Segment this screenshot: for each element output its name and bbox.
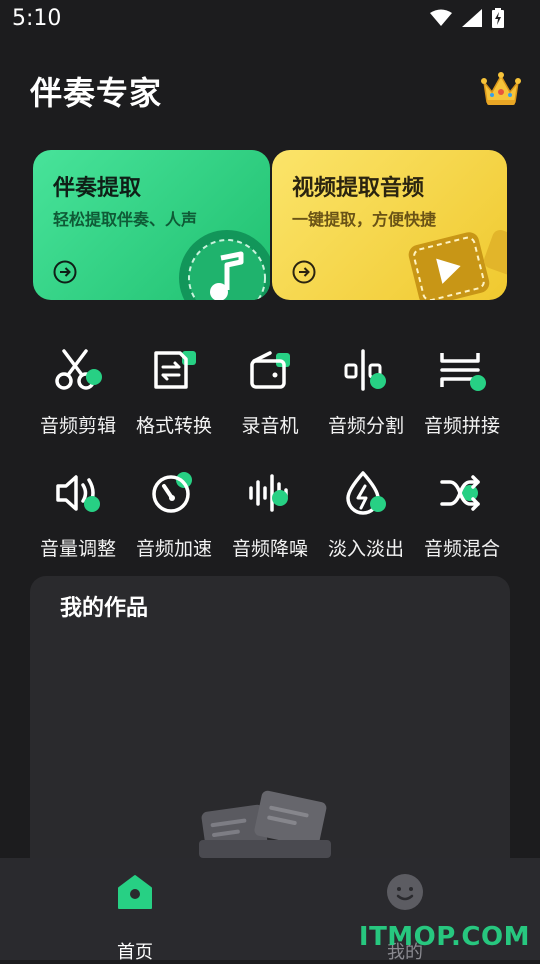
volume-icon xyxy=(56,475,100,512)
tool-audio-split[interactable]: 音频分割 xyxy=(318,345,414,445)
my-works-panel: 我的作品 xyxy=(30,576,510,876)
tool-label: 格式转换 xyxy=(135,415,212,437)
recorder-icon xyxy=(250,351,290,389)
tool-label: 淡入淡出 xyxy=(327,538,404,560)
nav-label: 首页 xyxy=(117,942,153,963)
tool-audio-mix[interactable]: 音频混合 xyxy=(414,468,510,568)
profile-icon xyxy=(387,874,423,910)
nav-home[interactable]: 首页 xyxy=(75,872,195,963)
fade-icon xyxy=(346,471,386,515)
waveform-icon xyxy=(249,474,288,512)
tool-audio-cut[interactable]: 音频剪辑 xyxy=(30,345,126,445)
tool-recorder[interactable]: 录音机 xyxy=(222,345,318,445)
speedometer-icon xyxy=(152,472,192,513)
tool-label: 音频拼接 xyxy=(423,415,500,437)
shuffle-icon xyxy=(440,475,480,511)
tool-label: 音频降噪 xyxy=(231,538,308,560)
tool-noise-reduction[interactable]: 音频降噪 xyxy=(222,468,318,568)
video-extract-audio-card[interactable]: 视频提取音频 一键提取，方便快捷 xyxy=(272,150,507,300)
card-subtitle: 轻松提取伴奏、人声 xyxy=(53,210,198,229)
card-title: 伴奏提取 xyxy=(53,176,142,201)
card-title: 视频提取音频 xyxy=(292,176,425,201)
works-title: 我的作品 xyxy=(60,596,149,621)
tool-audio-speed[interactable]: 音频加速 xyxy=(126,468,222,568)
tool-fade-in-out[interactable]: 淡入淡出 xyxy=(318,468,414,568)
watermark: ITMOP.COM xyxy=(358,922,530,952)
tool-label: 音量调整 xyxy=(39,538,116,560)
tool-format-convert[interactable]: 格式转换 xyxy=(126,345,222,445)
scissors-icon xyxy=(55,349,102,390)
tool-volume-adjust[interactable]: 音量调整 xyxy=(30,468,126,568)
music-note-icon xyxy=(179,230,270,300)
join-icon xyxy=(440,353,486,391)
tool-label: 音频剪辑 xyxy=(39,415,116,437)
video-play-icon xyxy=(408,230,507,300)
arrow-right-icon xyxy=(53,260,77,284)
app-title: 伴奏专家 xyxy=(30,74,163,112)
status-bar: 5:10 xyxy=(0,0,540,40)
empty-folder-illustration xyxy=(199,790,331,858)
crown-vip-icon[interactable] xyxy=(480,70,522,108)
tool-label: 录音机 xyxy=(241,415,299,437)
tool-label: 音频分割 xyxy=(327,415,404,437)
wifi-icon xyxy=(430,9,452,26)
arrow-right-icon xyxy=(292,260,316,284)
signal-icon xyxy=(462,9,482,27)
tool-audio-join[interactable]: 音频拼接 xyxy=(414,345,510,445)
status-icons xyxy=(430,8,504,28)
status-time: 5:10 xyxy=(12,6,62,31)
split-icon xyxy=(344,349,386,391)
accompaniment-extract-card[interactable]: 伴奏提取 轻松提取伴奏、人声 xyxy=(33,150,270,300)
home-icon xyxy=(118,875,152,909)
tool-label: 音频混合 xyxy=(423,538,500,560)
tool-label: 音频加速 xyxy=(135,538,212,560)
battery-icon xyxy=(492,8,504,28)
format-convert-icon xyxy=(154,351,196,389)
